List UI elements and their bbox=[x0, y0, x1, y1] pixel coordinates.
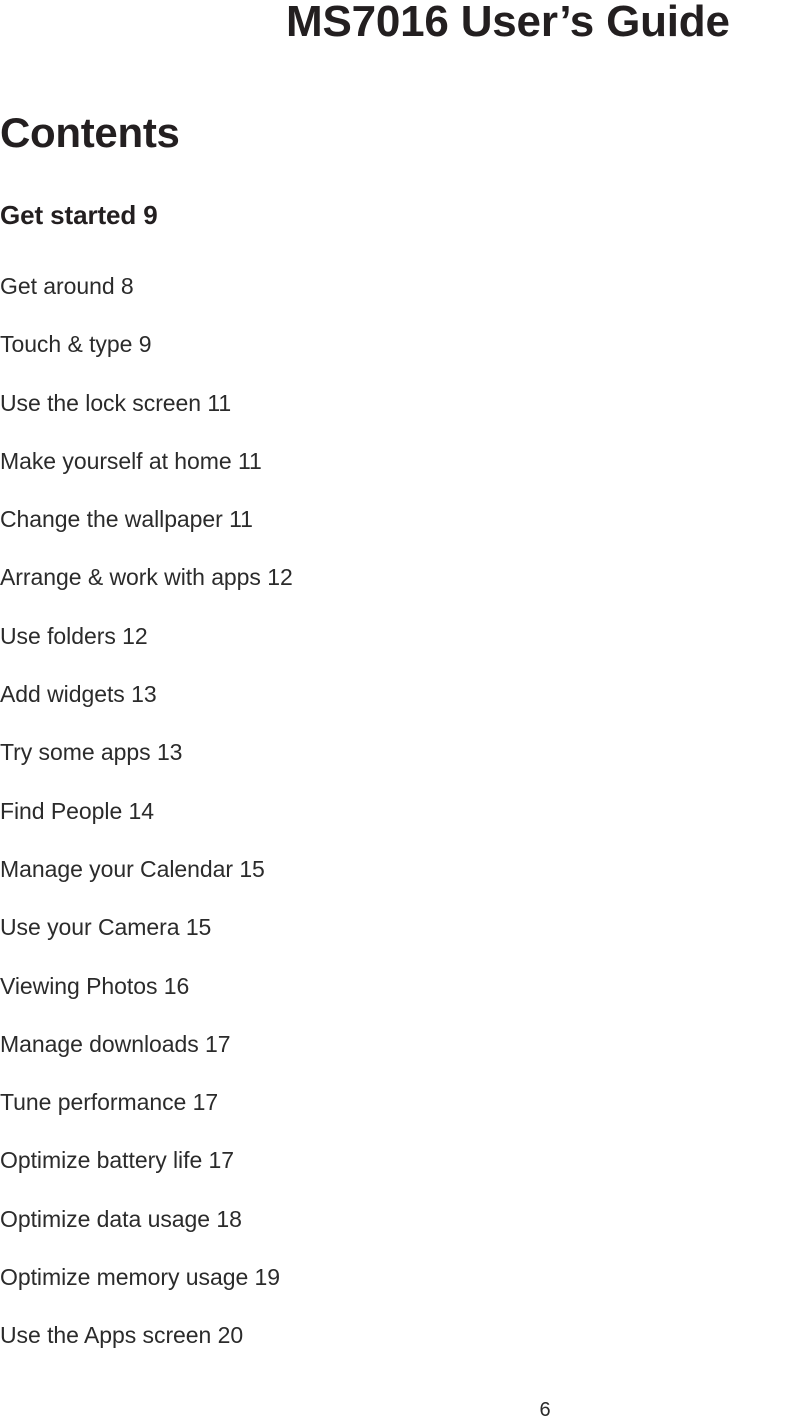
document-title: MS7016 User’s Guide bbox=[286, 0, 730, 46]
toc-entry[interactable]: Change the wallpaper 11 bbox=[0, 505, 792, 563]
toc-entry[interactable]: Add widgets 13 bbox=[0, 680, 792, 738]
toc-entry[interactable]: Touch & type 9 bbox=[0, 330, 792, 388]
page-title: Contents bbox=[0, 109, 180, 156]
toc-entry[interactable]: Use folders 12 bbox=[0, 622, 792, 680]
toc-section-heading[interactable]: Get started 9 bbox=[0, 199, 158, 231]
toc-entry[interactable]: Manage downloads 17 bbox=[0, 1030, 792, 1088]
running-header: MS7016 User’s Guide bbox=[0, 0, 792, 60]
toc-entry[interactable]: Tune performance 17 bbox=[0, 1088, 792, 1146]
toc-entry-list: Get around 8 Touch & type 9 Use the lock s… bbox=[0, 272, 792, 1380]
toc-entry[interactable]: Make yourself at home 11 bbox=[0, 447, 792, 505]
page-number: 6 bbox=[539, 1399, 551, 1421]
toc-entry[interactable]: Manage your Calendar 15 bbox=[0, 855, 792, 913]
toc-entry[interactable]: Arrange & work with apps 12 bbox=[0, 563, 792, 621]
toc-entry[interactable]: Optimize battery life 17 bbox=[0, 1146, 792, 1204]
toc-entry[interactable]: Use your Camera 15 bbox=[0, 913, 792, 971]
toc-entry[interactable]: Try some apps 13 bbox=[0, 738, 792, 796]
toc-entry[interactable]: Use the Apps screen 20 bbox=[0, 1321, 792, 1379]
document-page: MS7016 User’s Guide Contents Get started… bbox=[0, 0, 792, 1428]
toc-entry[interactable]: Get around 8 bbox=[0, 272, 792, 330]
toc-entry[interactable]: Optimize data usage 18 bbox=[0, 1205, 792, 1263]
toc-entry[interactable]: Viewing Photos 16 bbox=[0, 972, 792, 1030]
toc-entry[interactable]: Use the lock screen 11 bbox=[0, 389, 792, 447]
toc-entry[interactable]: Optimize memory usage 19 bbox=[0, 1263, 792, 1321]
toc-entry[interactable]: Find People 14 bbox=[0, 797, 792, 855]
